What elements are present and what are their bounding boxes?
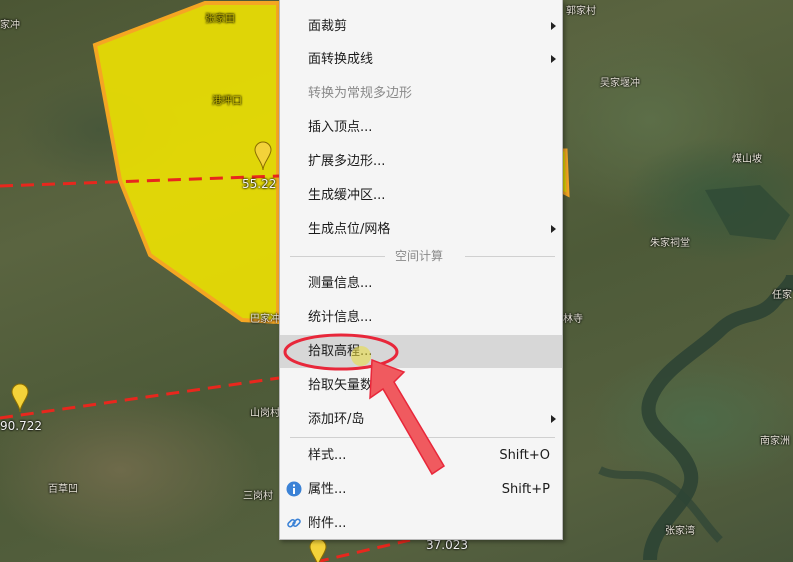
- menu-item-label: 面裁剪: [308, 19, 348, 34]
- submenu-arrow-icon: [551, 55, 556, 63]
- placemark-pin-icon[interactable]: [309, 538, 327, 562]
- menu-separator: [465, 256, 555, 257]
- map-label: 山岗村: [250, 408, 280, 419]
- menu-item-label: 添加环/岛: [308, 412, 365, 427]
- yellow-polygon[interactable]: [92, 1, 280, 325]
- map-label: 任家: [772, 290, 792, 301]
- menu-item-label: 插入顶点...: [308, 120, 373, 135]
- elevation-label: 55.22: [242, 177, 277, 191]
- placemark-pin-icon[interactable]: [254, 141, 272, 171]
- menu-separator: [290, 437, 555, 438]
- menu-item-label: 拾取高程...: [308, 344, 373, 359]
- menu-item-insert-vertex[interactable]: 插入顶点...: [280, 111, 562, 144]
- menu-item-label: 附件...: [308, 516, 347, 531]
- menu-item-label: 生成点位/网格: [308, 222, 391, 237]
- placemark-pin-icon[interactable]: [11, 383, 29, 413]
- menu-item-generate-points-grid[interactable]: 生成点位/网格: [280, 213, 562, 246]
- elevation-label: 90.722: [0, 419, 42, 433]
- menu-item-label: 生成缓冲区...: [308, 188, 386, 203]
- menu-item-pick-vector[interactable]: 拾取矢量数: [280, 369, 562, 402]
- submenu-arrow-icon: [551, 415, 556, 423]
- menu-item-style[interactable]: 样式... Shift+O: [280, 439, 562, 472]
- menu-item-label: 面转换成线: [308, 52, 374, 67]
- menu-shortcut: Shift+P: [501, 482, 550, 497]
- submenu-arrow-icon: [551, 22, 556, 30]
- map-label: 煤山坡: [732, 154, 762, 165]
- menu-item-label: 属性...: [308, 482, 347, 497]
- river: [641, 274, 793, 561]
- map-label: 朱家祠堂: [650, 238, 690, 249]
- map-label: 南家洲: [760, 436, 790, 447]
- section-header-label: 空间计算: [395, 249, 444, 263]
- map-label: 郭家村: [566, 6, 596, 17]
- menu-separator: [290, 256, 385, 257]
- menu-item-expand-polygon[interactable]: 扩展多边形...: [280, 145, 562, 178]
- menu-item-generate-buffer[interactable]: 生成缓冲区...: [280, 179, 562, 212]
- map-label: 巴家冲: [250, 314, 280, 325]
- menu-item-label: 转换为常规多边形: [308, 86, 413, 101]
- elevation-label: 37.023: [426, 538, 468, 552]
- map-label: 林寺: [563, 314, 583, 325]
- map-label: 张家湾: [665, 526, 695, 537]
- map-label: 吴家堰冲: [600, 78, 640, 89]
- menu-item-label: 统计信息...: [308, 310, 373, 325]
- link-icon: [287, 518, 301, 528]
- menu-item-label: 样式...: [308, 448, 347, 463]
- menu-shortcut: Shift+O: [499, 448, 550, 463]
- menu-section-header: 空间计算: [290, 248, 555, 266]
- map-label: 港坪口: [212, 96, 242, 107]
- menu-item-label: 扩展多边形...: [308, 154, 386, 169]
- menu-item-properties[interactable]: 属性... Shift+P: [280, 473, 562, 506]
- route-line-middle[interactable]: [0, 376, 280, 420]
- info-icon: [286, 481, 302, 497]
- route-line-bottom[interactable]: [315, 538, 411, 562]
- submenu-arrow-icon: [551, 225, 556, 233]
- menu-item-pick-elevation[interactable]: 拾取高程...: [280, 335, 562, 368]
- menu-item-label: 测量信息...: [308, 276, 373, 291]
- menu-item-label: 拾取矢量数: [308, 378, 374, 393]
- lake: [705, 185, 790, 240]
- menu-item-statistics-info[interactable]: 统计信息...: [280, 301, 562, 334]
- map-label: 三岗村: [243, 491, 273, 502]
- menu-item-convert-regular-polygon[interactable]: 转换为常规多边形: [280, 77, 562, 110]
- menu-item-measure-info[interactable]: 测量信息...: [280, 267, 562, 300]
- menu-item-polygon-to-line[interactable]: 面转换成线: [280, 43, 562, 76]
- menu-item-add-ring-island[interactable]: 添加环/岛: [280, 403, 562, 436]
- map-label: 家冲: [0, 20, 20, 31]
- map-label: 张家田: [205, 14, 235, 25]
- menu-item-attachments[interactable]: 附件...: [280, 507, 562, 540]
- context-menu: 面裁剪 面转换成线 转换为常规多边形 插入顶点... 扩展多边形... 生成缓冲…: [279, 0, 563, 540]
- menu-item-polygon-clip[interactable]: 面裁剪: [280, 10, 562, 43]
- map-label: 百草凹: [48, 484, 78, 495]
